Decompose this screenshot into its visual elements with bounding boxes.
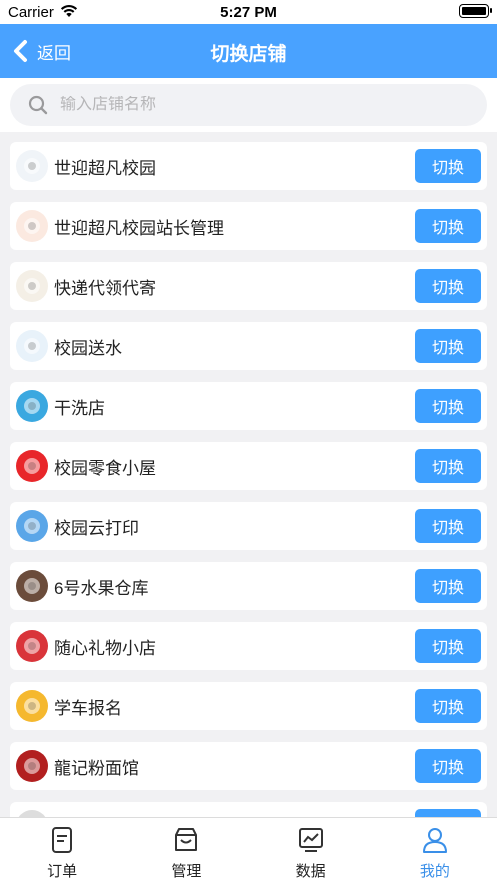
store-row[interactable]: 校园云打印 切换	[10, 502, 487, 550]
switch-store-button[interactable]: 切换	[415, 209, 481, 243]
tab-profile[interactable]: 我的	[373, 818, 497, 883]
mascot-logo-icon	[16, 150, 48, 182]
switch-store-button[interactable]: 切换	[415, 329, 481, 363]
store-logo-icon	[16, 810, 48, 817]
tab-manage[interactable]: 管理	[124, 818, 248, 883]
gift-shop-logo-icon	[16, 630, 48, 662]
store-row[interactable]: 快递代领代寄 切换	[10, 262, 487, 310]
store-row[interactable]: 世迎超凡校园 切换	[10, 142, 487, 190]
driving-school-logo-icon	[16, 690, 48, 722]
switch-store-button[interactable]: 切换	[415, 149, 481, 183]
clock: 5:27 PM	[220, 4, 277, 21]
store-row[interactable]: 干洗店 切换	[10, 382, 487, 430]
battery-icon	[459, 4, 492, 18]
cloud-print-logo-icon	[16, 510, 48, 542]
store-name: 校园零食小屋	[54, 458, 156, 478]
store-name: 龍记粉面馆	[54, 758, 139, 778]
tab-label: 数据	[295, 863, 326, 880]
tab-label: 订单	[47, 863, 78, 880]
store-name: 世迎超凡校园	[54, 158, 156, 178]
store-row[interactable]: 6号水果仓库 切换	[10, 562, 487, 610]
manage-icon	[175, 828, 198, 851]
stationmaster-logo-icon	[16, 210, 48, 242]
store-row[interactable]: 学车报名 切换	[10, 682, 487, 730]
store-name: 学车报名	[54, 698, 122, 718]
switch-store-button[interactable]: 切换	[415, 749, 481, 783]
switch-store-button[interactable]: 切换	[415, 269, 481, 303]
store-row[interactable]: 龍记粉面馆 切换	[10, 742, 487, 790]
courier-logo-icon	[16, 270, 48, 302]
switch-store-button[interactable]: 切换	[415, 629, 481, 663]
switch-store-button[interactable]: 切换	[415, 389, 481, 423]
store-name: 世迎超凡校园站长管理	[54, 218, 224, 238]
search-icon	[28, 95, 48, 115]
tab-orders[interactable]: 订单	[0, 818, 124, 883]
search-box[interactable]	[10, 84, 487, 126]
store-name: 干洗店	[54, 398, 105, 418]
dry-cleaning-logo-icon	[16, 390, 48, 422]
fruit-warehouse-logo-icon	[16, 570, 48, 602]
store-name: 快递代领代寄	[54, 278, 156, 298]
page-title: 切换店铺	[210, 44, 287, 65]
store-name: 校园送水	[54, 338, 122, 358]
store-row[interactable]: 校园零食小屋 切换	[10, 442, 487, 490]
noodle-shop-logo-icon	[16, 750, 48, 782]
search-area	[0, 78, 497, 132]
store-row[interactable]: 世迎超凡校园站长管理 切换	[10, 202, 487, 250]
switch-store-button[interactable]: 切换	[415, 569, 481, 603]
store-name: 随心礼物小店	[54, 638, 156, 658]
profile-icon	[422, 828, 447, 853]
switch-store-button[interactable]: 切换	[415, 509, 481, 543]
nav-bar: 返回 切换店铺	[0, 24, 497, 78]
snack-house-logo-icon	[16, 450, 48, 482]
tab-label: 管理	[171, 863, 202, 880]
tab-data[interactable]: 数据	[249, 818, 373, 883]
store-row[interactable]: 切换	[10, 802, 487, 817]
store-name: 校园云打印	[54, 518, 139, 538]
switch-store-button[interactable]: 切换	[415, 449, 481, 483]
store-list: 世迎超凡校园 切换 世迎超凡校园站长管理 切换 快递代领代寄 切换 校园送水 切换 干洗店 切换校…	[0, 132, 497, 817]
store-row[interactable]: 随心礼物小店 切换	[10, 622, 487, 670]
water-delivery-logo-icon	[16, 330, 48, 362]
switch-store-button[interactable]: 切换	[415, 809, 481, 817]
order-icon	[52, 827, 73, 853]
status-bar: Carrier 5:27 PM	[0, 0, 497, 24]
tab-bar: 订单 管理 数据 我的	[0, 817, 497, 883]
tab-label: 我的	[419, 863, 450, 880]
store-name: 6号水果仓库	[54, 578, 149, 598]
data-chart-icon	[298, 828, 323, 852]
search-input[interactable]	[60, 96, 440, 114]
switch-store-button[interactable]: 切换	[415, 689, 481, 723]
store-row[interactable]: 校园送水 切换	[10, 322, 487, 370]
